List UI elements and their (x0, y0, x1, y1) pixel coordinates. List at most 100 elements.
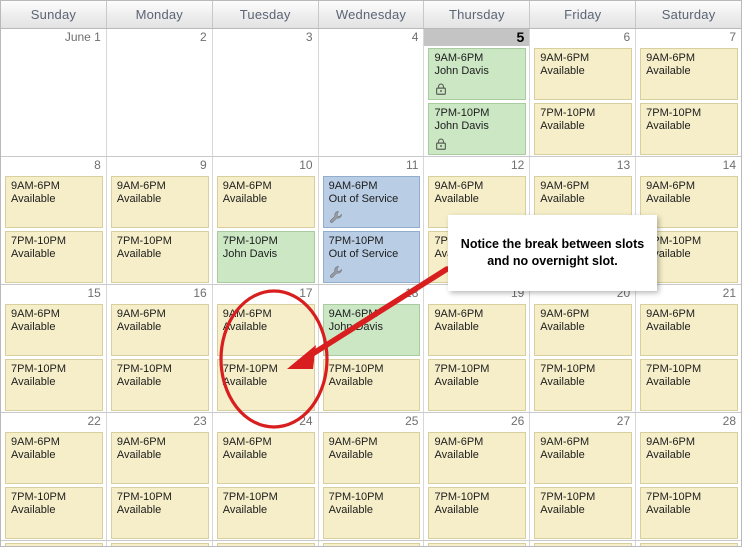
event-block[interactable]: 9AM-6PM Available (322, 432, 421, 484)
day-cell-partial[interactable] (212, 541, 319, 546)
event-block[interactable]: 9AM-6PM Available (216, 176, 315, 228)
day-cell-5[interactable]: 5 9AM-6PM John Davis 7PM-10PM John Davis (424, 29, 531, 156)
day-cell-11[interactable]: 11 9AM-6PM Out of Service 7PM-10PM Out of Se… (318, 157, 425, 284)
event-block[interactable]: 9AM-6PM Available (428, 304, 527, 356)
event-block[interactable]: 9AM-6PM Available (5, 432, 103, 484)
event-status: Available (540, 376, 585, 388)
event-block[interactable]: 7PM-10PM Available (5, 231, 103, 283)
day-cell-partial[interactable] (424, 541, 531, 546)
event-block[interactable]: 9AM-6PM Available (428, 176, 527, 228)
event-block[interactable]: 7PM-10PM Available (322, 359, 421, 411)
event-block[interactable]: 9AM-6PM Available (640, 48, 739, 100)
event-block[interactable]: 9AM-6PM Available (534, 48, 633, 100)
day-cell-19[interactable]: 19 9AM-6PM Available 7PM-10PM Available (424, 285, 531, 412)
event-block[interactable]: 7PM-10PM Available (5, 487, 103, 539)
event-block[interactable]: 7PM-10PM Available (534, 231, 633, 283)
day-cell-20[interactable]: 20 9AM-6PM Available 7PM-10PM Available (530, 285, 637, 412)
event-block[interactable]: 7PM-10PM Available (5, 359, 103, 411)
event-block[interactable]: 7PM-10PM Available (640, 487, 739, 539)
day-cell-partial[interactable] (636, 541, 741, 546)
event-status: Available (328, 504, 374, 516)
day-cell-26[interactable]: 26 9AM-6PM Available 7PM-10PM Available (424, 413, 531, 540)
event-block[interactable]: 9AM-6PM Available (216, 304, 315, 356)
event-block[interactable]: 9AM-6PM Available (534, 176, 633, 228)
day-cell-22[interactable]: 22 9AM-6PM Available 7PM-10PM Available (1, 413, 107, 540)
event-block[interactable]: 9AM-6PM John Davis (428, 48, 527, 100)
event-block[interactable]: 7PM-10PM Available (640, 359, 739, 411)
event-block[interactable]: 9AM-6PM Available (5, 304, 103, 356)
event-block[interactable]: 7PM-10PM John Davis (216, 231, 315, 283)
event-block[interactable] (5, 543, 103, 546)
event-block[interactable]: 9AM-6PM Available (216, 432, 315, 484)
day-cell-partial[interactable] (106, 541, 213, 546)
event-block[interactable]: 9AM-6PM John Davis (322, 304, 421, 356)
day-cell-12[interactable]: 12 9AM-6PM Available 7PM-10PM Available (424, 157, 531, 284)
event-block[interactable]: 7PM-10PM Available (534, 103, 633, 155)
day-cell-13[interactable]: 13 9AM-6PM Available 7PM-10PM Available (530, 157, 637, 284)
event-block[interactable]: 9AM-6PM Available (110, 304, 209, 356)
day-cell-june-1[interactable]: June 1 (1, 29, 107, 156)
day-cell-3[interactable]: 3 (212, 29, 319, 156)
day-cell-partial[interactable] (1, 541, 107, 546)
day-cell-6[interactable]: 6 9AM-6PM Available 7PM-10PM Available (530, 29, 637, 156)
event-block[interactable] (322, 543, 421, 546)
day-cell-27[interactable]: 27 9AM-6PM Available 7PM-10PM Available (530, 413, 637, 540)
event-block[interactable]: 7PM-10PM Available (216, 487, 315, 539)
event-block[interactable]: 7PM-10PM John Davis (428, 103, 527, 155)
event-block[interactable]: 9AM-6PM Available (428, 432, 527, 484)
day-cell-partial[interactable] (530, 541, 637, 546)
event-block[interactable]: 9AM-6PM Available (534, 432, 633, 484)
event-block[interactable]: 7PM-10PM Available (216, 359, 315, 411)
event-block[interactable]: 9AM-6PM Available (640, 176, 739, 228)
event-block[interactable] (640, 543, 739, 546)
event-block[interactable] (110, 543, 209, 546)
event-block[interactable]: 9AM-6PM Available (640, 304, 739, 356)
event-block[interactable]: 7PM-10PM Available (322, 487, 421, 539)
event-block[interactable]: 7PM-10PM Available (428, 359, 527, 411)
event-block[interactable]: 7PM-10PM Available (534, 359, 633, 411)
event-block[interactable]: 9AM-6PM Available (534, 304, 633, 356)
event-block[interactable]: 7PM-10PM Available (640, 103, 739, 155)
day-slots: 9AM-6PM Available 7PM-10PM Available (107, 430, 212, 540)
event-block[interactable] (428, 543, 527, 546)
day-cell-15[interactable]: 15 9AM-6PM Available 7PM-10PM Available (1, 285, 107, 412)
day-cell-4[interactable]: 4 (318, 29, 425, 156)
day-cell-16[interactable]: 16 9AM-6PM Available 7PM-10PM Available (106, 285, 213, 412)
day-cell-partial[interactable] (318, 541, 425, 546)
event-time: 7PM-10PM (646, 491, 702, 503)
event-block[interactable]: 9AM-6PM Available (110, 176, 209, 228)
event-block[interactable]: 9AM-6PM Out of Service (322, 176, 421, 228)
day-cell-24[interactable]: 24 9AM-6PM Available 7PM-10PM Available (212, 413, 319, 540)
day-cell-10[interactable]: 10 9AM-6PM Available 7PM-10PM John Davis (212, 157, 319, 284)
day-cell-8[interactable]: 8 9AM-6PM Available 7PM-10PM Available (1, 157, 107, 284)
event-block[interactable]: 7PM-10PM Available (110, 487, 209, 539)
event-block[interactable] (534, 543, 633, 546)
event-status: Available (11, 504, 56, 516)
event-block[interactable]: 9AM-6PM Available (110, 432, 209, 484)
event-block[interactable]: 7PM-10PM Available (110, 359, 209, 411)
event-block[interactable]: 7PM-10PM Available (428, 231, 527, 283)
day-cell-28[interactable]: 28 9AM-6PM Available 7PM-10PM Available (636, 413, 741, 540)
day-cell-9[interactable]: 9 9AM-6PM Available 7PM-10PM Available (106, 157, 213, 284)
day-cell-14[interactable]: 14 9AM-6PM Available 7PM-10PM Available (636, 157, 741, 284)
event-block[interactable] (216, 543, 315, 546)
day-cell-7[interactable]: 7 9AM-6PM Available 7PM-10PM Available (636, 29, 741, 156)
event-time: 7PM-10PM (434, 235, 490, 247)
event-block[interactable]: 7PM-10PM Available (534, 487, 633, 539)
event-block[interactable]: 7PM-10PM Available (428, 487, 527, 539)
event-block[interactable]: 7PM-10PM Available (110, 231, 209, 283)
day-cell-2[interactable]: 2 (106, 29, 213, 156)
day-cell-23[interactable]: 23 9AM-6PM Available 7PM-10PM Available (106, 413, 213, 540)
day-cell-18[interactable]: 18 9AM-6PM John Davis 7PM-10PM Available (318, 285, 425, 412)
event-block[interactable]: 7PM-10PM Out of Service (322, 231, 421, 283)
event-status: Out of Service (328, 193, 399, 205)
event-block[interactable]: 9AM-6PM Available (640, 432, 739, 484)
day-cell-21[interactable]: 21 9AM-6PM Available 7PM-10PM Available (636, 285, 741, 412)
day-cell-25[interactable]: 25 9AM-6PM Available 7PM-10PM Available (318, 413, 425, 540)
event-time: 9AM-6PM (116, 436, 166, 448)
event-time: 9AM-6PM (646, 52, 696, 64)
event-block[interactable]: 7PM-10PM Available (640, 231, 739, 283)
event-time: 7PM-10PM (328, 235, 384, 247)
day-cell-17[interactable]: 17 9AM-6PM Available 7PM-10PM Available (212, 285, 319, 412)
event-block[interactable]: 9AM-6PM Available (5, 176, 103, 228)
